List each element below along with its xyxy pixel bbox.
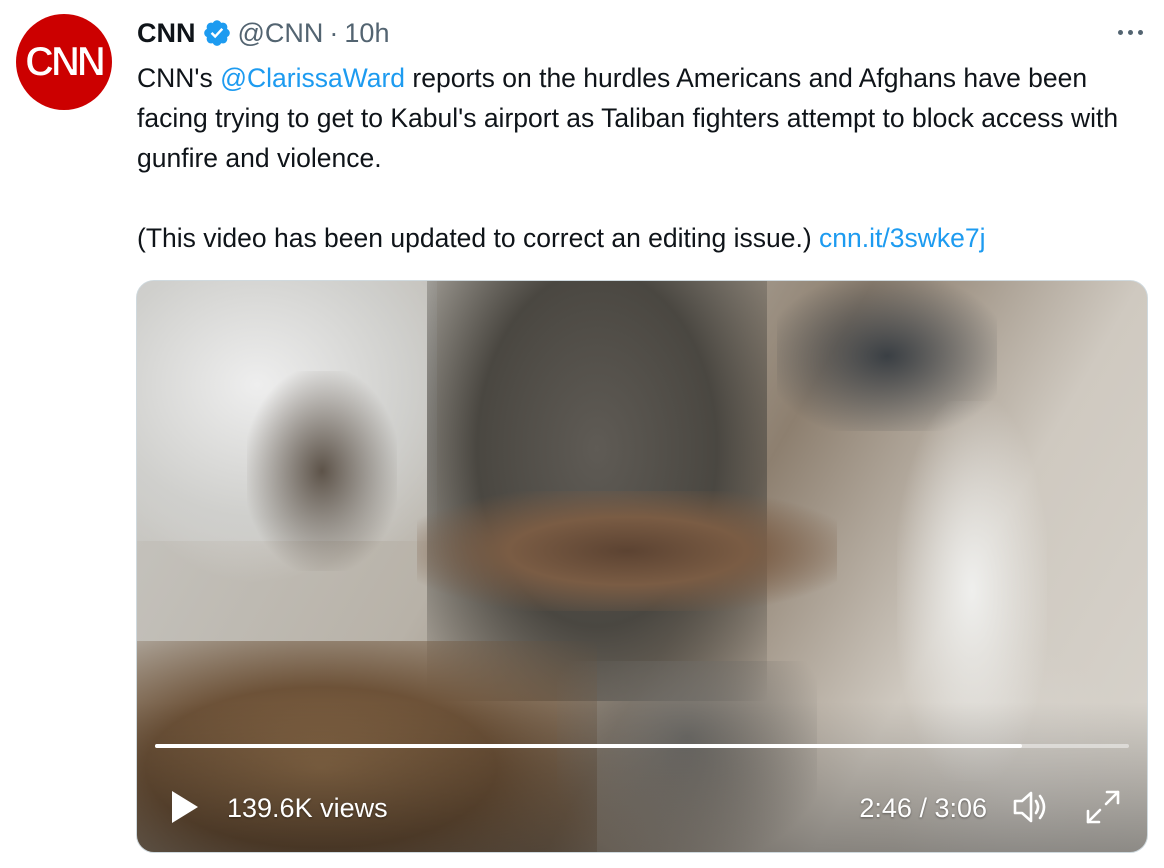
video-time-readout: 2:46 / 3:06 bbox=[859, 793, 987, 823]
verified-badge-icon bbox=[203, 20, 230, 46]
text-note: (This video has been updated to correct … bbox=[137, 223, 820, 253]
tweet-timestamp[interactable]: 10h bbox=[344, 18, 389, 49]
mention-link[interactable]: @ClarissaWard bbox=[220, 63, 405, 93]
header-separator: · bbox=[329, 17, 339, 48]
more-dot bbox=[1127, 29, 1133, 35]
tweet-text: CNN's @ClarissaWard reports on the hurdl… bbox=[137, 58, 1147, 258]
more-options-icon[interactable] bbox=[1110, 18, 1150, 46]
tweet-header: CNN @CNN · 10h bbox=[137, 16, 389, 50]
video-player[interactable]: 139.6K views 2:46 / 3:06 bbox=[136, 280, 1148, 853]
play-icon[interactable] bbox=[169, 789, 201, 825]
tweet-paragraph: CNN's @ClarissaWard reports on the hurdl… bbox=[137, 58, 1147, 178]
tweet-paragraph: (This video has been updated to correct … bbox=[137, 218, 1147, 258]
short-link[interactable]: cnn.it/3swke7j bbox=[819, 223, 985, 253]
text-segment: CNN's bbox=[137, 63, 221, 93]
volume-icon[interactable] bbox=[1011, 789, 1051, 825]
author-handle[interactable]: @CNN bbox=[238, 18, 324, 49]
more-dot bbox=[1137, 29, 1143, 35]
video-progress-fill bbox=[155, 744, 1022, 748]
cnn-logo: CNN bbox=[25, 38, 107, 85]
video-progress-bar[interactable] bbox=[155, 744, 1129, 748]
tweet[interactable]: CNN CNN @CNN · 10h CNN's @ClarissaWard r… bbox=[0, 0, 1164, 868]
video-frame-region bbox=[247, 371, 397, 571]
fullscreen-icon[interactable] bbox=[1085, 789, 1121, 825]
video-controls: 139.6K views 2:46 / 3:06 bbox=[137, 781, 1147, 837]
view-count: 139.6K views bbox=[227, 793, 388, 823]
author-name[interactable]: CNN bbox=[137, 18, 196, 49]
more-dot bbox=[1117, 29, 1123, 35]
avatar[interactable]: CNN bbox=[16, 14, 112, 110]
video-frame-region bbox=[417, 491, 837, 611]
